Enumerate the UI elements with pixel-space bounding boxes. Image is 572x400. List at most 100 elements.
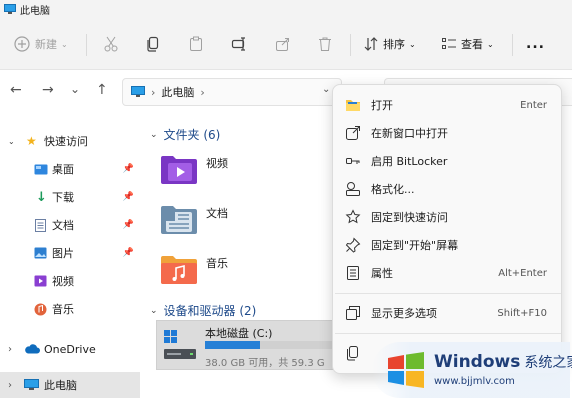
music-folder-icon (161, 256, 197, 284)
show-more-icon (346, 306, 360, 320)
folder-name: 文档 (206, 207, 228, 220)
menu-item-label: 在新窗口中打开 (371, 127, 448, 140)
sidebar-item-label: 下载 (52, 191, 74, 204)
forward-arrow-icon[interactable]: → (42, 82, 54, 98)
menu-item-label: 打开 (371, 99, 393, 112)
share-icon (276, 38, 289, 51)
group-title: 设备和驱动器 (2) (163, 304, 257, 318)
sort-button[interactable]: 排序 ⌄ (364, 18, 416, 70)
drive-usage-fill (205, 341, 260, 349)
download-arrow-icon: ↓ (36, 189, 47, 205)
sidebar-item-onedrive[interactable]: › OneDrive (0, 336, 140, 362)
pin-icon: 📌 (122, 164, 134, 174)
sidebar-item-label: 音乐 (52, 303, 74, 316)
menu-item-open[interactable]: 打开 Enter (333, 91, 561, 119)
video-icon (34, 275, 47, 287)
watermark-brand: Windows (434, 352, 521, 372)
sidebar-item-label: 桌面 (52, 163, 74, 176)
command-bar: 新建 ⌄ 排序 ⌄ 查看 ⌄ ... (0, 18, 572, 70)
up-arrow-icon[interactable]: ↑ (96, 82, 108, 98)
window-title: 此电脑 (20, 5, 50, 17)
sidebar-item-pictures[interactable]: 图片 📌 (0, 240, 140, 266)
menu-item-format[interactable]: 格式化... (333, 175, 561, 203)
toolbar-divider (86, 34, 87, 56)
sidebar-item-documents[interactable]: 文档 📌 (0, 212, 140, 238)
menu-divider (335, 293, 561, 294)
menu-item-shortcut: Enter (520, 99, 547, 111)
sidebar-item-label: 文档 (52, 219, 74, 232)
sidebar-item-desktop[interactable]: 桌面 📌 (0, 156, 140, 182)
chevron-down-icon: ⌄ (61, 39, 68, 49)
more-options-button[interactable]: ... (526, 18, 545, 70)
sidebar-item-label: 此电脑 (44, 379, 77, 392)
menu-item-label: 属性 (371, 267, 393, 280)
chevron-down-icon: ⌄ (409, 39, 416, 49)
copy-icon (347, 346, 358, 361)
menu-item-show-more-options[interactable]: 显示更多选项 Shift+F10 (333, 299, 561, 327)
sidebar-item-downloads[interactable]: ↓ 下载 📌 (0, 184, 140, 210)
folder-name: 音乐 (206, 257, 228, 270)
key-icon (346, 158, 360, 164)
menu-item-label: 固定到"开始"屏幕 (371, 239, 459, 252)
folder-name: 视频 (206, 157, 228, 170)
cut-button[interactable] (104, 18, 118, 70)
star-icon: ★ (26, 134, 37, 148)
menu-item-open-new-window[interactable]: 在新窗口中打开 (333, 119, 561, 147)
chevron-right-icon[interactable]: › (8, 380, 12, 391)
sidebar-item-music[interactable]: 音乐 (0, 296, 140, 322)
sidebar-item-quick-access[interactable]: ⌄ ★ 快速访问 (0, 128, 140, 154)
copy-button[interactable] (146, 18, 160, 70)
sidebar-item-videos[interactable]: 视频 (0, 268, 140, 294)
rename-button[interactable] (231, 18, 247, 70)
paste-button[interactable] (189, 18, 203, 70)
menu-item-bitlocker[interactable]: 启用 BitLocker (333, 147, 561, 175)
view-button[interactable]: 查看 ⌄ (442, 18, 494, 70)
menu-item-shortcut: Alt+Enter (498, 267, 547, 279)
menu-item-properties[interactable]: 属性 Alt+Enter (333, 259, 561, 287)
desktop-icon (34, 164, 48, 174)
chevron-down-icon[interactable]: ⌄ (70, 82, 80, 96)
context-menu: 打开 Enter 在新窗口中打开 启用 BitLocker 格式化... 固定到… (332, 84, 562, 374)
music-icon (34, 303, 47, 315)
trash-icon (319, 37, 331, 51)
address-history-chevron-icon[interactable]: ⌄ (322, 84, 330, 95)
picture-icon (34, 247, 47, 259)
chevron-down-icon[interactable]: ⌄ (8, 137, 15, 146)
document-icon (35, 218, 46, 232)
sidebar-item-label: 快速访问 (44, 135, 88, 148)
folder-music[interactable]: 音乐 (160, 248, 280, 292)
drive-icon (164, 330, 196, 359)
sidebar-item-label: OneDrive (44, 342, 96, 356)
menu-item-shortcut: Shift+F10 (497, 307, 547, 319)
menu-item-pin-quick-access[interactable]: 固定到快速访问 (333, 203, 561, 231)
drive-c[interactable]: 本地磁盘 (C:) 38.0 GB 可用，共 59.3 G (156, 320, 357, 370)
menu-item-label: 固定到快速访问 (371, 211, 448, 224)
breadcrumb-item[interactable]: 此电脑 (161, 84, 194, 100)
sort-label: 排序 (383, 38, 405, 51)
watermark-title: Windows系统之家 (434, 352, 572, 372)
breadcrumb-separator-icon: › (151, 85, 156, 99)
sidebar-item-label: 视频 (52, 275, 74, 288)
drives-group-header[interactable]: ⌄ 设备和驱动器 (2) (150, 302, 256, 319)
navigation-pane: ⌄ ★ 快速访问 桌面 📌 ↓ 下载 📌 文档 📌 图片 📌 视频 音乐 › O… (0, 112, 142, 400)
watermark-url: www.bjjmlv.com (434, 376, 515, 387)
view-label: 查看 (461, 38, 483, 51)
rename-icon (231, 37, 245, 51)
folders-group-header[interactable]: ⌄ 文件夹 (6) (150, 126, 220, 143)
new-button[interactable]: 新建 ⌄ (14, 18, 68, 70)
folder-videos[interactable]: 视频 (160, 148, 280, 192)
menu-item-pin-start[interactable]: 固定到"开始"屏幕 (333, 231, 561, 259)
address-bar[interactable]: › 此电脑 › (122, 78, 342, 106)
menu-item-label: 启用 BitLocker (371, 155, 448, 168)
cloud-icon (25, 344, 40, 354)
back-arrow-icon[interactable]: ← (10, 82, 22, 98)
group-title: 文件夹 (6) (163, 128, 221, 142)
drive-name: 本地磁盘 (C:) (205, 327, 273, 340)
delete-button[interactable] (318, 18, 332, 70)
toolbar-divider (350, 34, 351, 56)
share-button[interactable] (275, 18, 291, 70)
star-outline-icon (345, 209, 361, 224)
folder-documents[interactable]: 文档 (160, 198, 280, 242)
sidebar-item-this-pc[interactable]: › 此电脑 (0, 372, 140, 398)
chevron-right-icon[interactable]: › (8, 344, 12, 355)
